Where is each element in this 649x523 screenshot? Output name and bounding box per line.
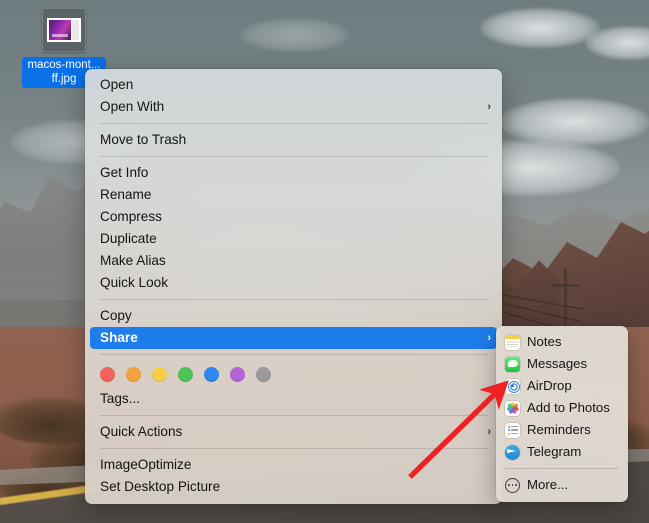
chevron-right-icon: ›	[487, 327, 491, 349]
tag-color-green[interactable]	[178, 367, 193, 382]
file-thumbnail	[42, 8, 86, 52]
menu-item-label: Duplicate	[100, 228, 491, 250]
share-item-label: AirDrop	[527, 375, 572, 397]
menu-separator	[100, 354, 488, 355]
menu-item-make-alias[interactable]: Make Alias	[85, 250, 502, 272]
share-item-label: Notes	[527, 331, 561, 353]
menu-separator	[100, 123, 488, 124]
notes-icon	[505, 335, 520, 350]
cloud	[480, 8, 600, 48]
share-item-airdrop[interactable]: AirDrop	[496, 375, 628, 397]
airdrop-icon	[505, 379, 520, 394]
share-item-label: More...	[527, 474, 568, 496]
menu-separator	[100, 415, 488, 416]
menu-item-label: ImageOptimize	[100, 454, 491, 476]
menu-item-label: Quick Actions	[100, 421, 487, 443]
menu-item-open[interactable]: Open	[85, 74, 502, 96]
share-item-notes[interactable]: Notes	[496, 331, 628, 353]
reminders-icon	[505, 423, 520, 438]
menu-item-label: Make Alias	[100, 250, 491, 272]
chevron-right-icon: ›	[487, 421, 491, 443]
menu-item-imageoptimize[interactable]: ImageOptimize	[85, 454, 502, 476]
menu-item-label: Set Desktop Picture	[100, 476, 491, 498]
share-item-label: Reminders	[527, 419, 591, 441]
share-item-more[interactable]: More...	[496, 474, 628, 496]
tag-color-gray[interactable]	[256, 367, 271, 382]
menu-item-label: Get Info	[100, 162, 491, 184]
file-thumbnail-sidebar	[72, 20, 79, 40]
share-item-reminders[interactable]: Reminders	[496, 419, 628, 441]
menu-item-quick-look[interactable]: Quick Look	[85, 272, 502, 294]
menu-item-label: Compress	[100, 206, 491, 228]
file-thumbnail-image	[49, 20, 71, 40]
share-item-telegram[interactable]: Telegram	[496, 441, 628, 463]
share-item-messages[interactable]: Messages	[496, 353, 628, 375]
cloud	[500, 98, 649, 146]
share-item-label: Telegram	[527, 441, 581, 463]
messages-icon	[505, 357, 520, 372]
menu-item-open-with[interactable]: Open With ›	[85, 96, 502, 118]
menu-item-copy[interactable]: Copy	[85, 305, 502, 327]
menu-item-label: Open	[100, 74, 491, 96]
menu-item-set-desktop-picture[interactable]: Set Desktop Picture	[85, 476, 502, 498]
cloud	[240, 18, 350, 52]
menu-item-share[interactable]: Share ›	[90, 327, 497, 349]
menu-item-duplicate[interactable]: Duplicate	[85, 228, 502, 250]
share-submenu-separator	[505, 468, 618, 469]
menu-item-label: Rename	[100, 184, 491, 206]
context-menu[interactable]: Open Open With › Move to Trash Get Info …	[85, 69, 502, 504]
menu-item-quick-actions[interactable]: Quick Actions ›	[85, 421, 502, 443]
share-item-add-to-photos[interactable]: Add to Photos	[496, 397, 628, 419]
menu-item-compress[interactable]: Compress	[85, 206, 502, 228]
menu-item-rename[interactable]: Rename	[85, 184, 502, 206]
menu-separator	[100, 156, 488, 157]
menu-item-label: Share	[100, 327, 487, 349]
menu-item-label: Move to Trash	[100, 129, 491, 151]
tag-color-blue[interactable]	[204, 367, 219, 382]
share-item-label: Messages	[527, 353, 587, 375]
utility-pole-crossarm	[551, 284, 579, 287]
menu-item-label: Quick Look	[100, 272, 491, 294]
photos-icon	[505, 401, 520, 416]
tag-color-row[interactable]	[85, 360, 502, 388]
menu-item-get-info[interactable]: Get Info	[85, 162, 502, 184]
telegram-icon	[505, 445, 520, 460]
tag-color-orange[interactable]	[126, 367, 141, 382]
menu-item-tags[interactable]: Tags...	[85, 388, 502, 410]
menu-item-label: Copy	[100, 305, 491, 327]
share-submenu[interactable]: Notes Messages AirDrop Add to Photos	[496, 326, 628, 502]
tag-color-yellow[interactable]	[152, 367, 167, 382]
menu-item-move-to-trash[interactable]: Move to Trash	[85, 129, 502, 151]
menu-item-label: Tags...	[100, 388, 491, 410]
file-thumbnail-inner	[47, 18, 81, 42]
ellipsis-circle-icon	[505, 478, 520, 493]
tag-color-purple[interactable]	[230, 367, 245, 382]
menu-item-label: Open With	[100, 96, 487, 118]
share-item-label: Add to Photos	[527, 397, 610, 419]
menu-separator	[100, 448, 488, 449]
tag-color-red[interactable]	[100, 367, 115, 382]
desktop: macos-mont...ff.jpg Open Open With › Mov…	[0, 0, 649, 523]
menu-separator	[100, 299, 488, 300]
chevron-right-icon: ›	[487, 96, 491, 118]
